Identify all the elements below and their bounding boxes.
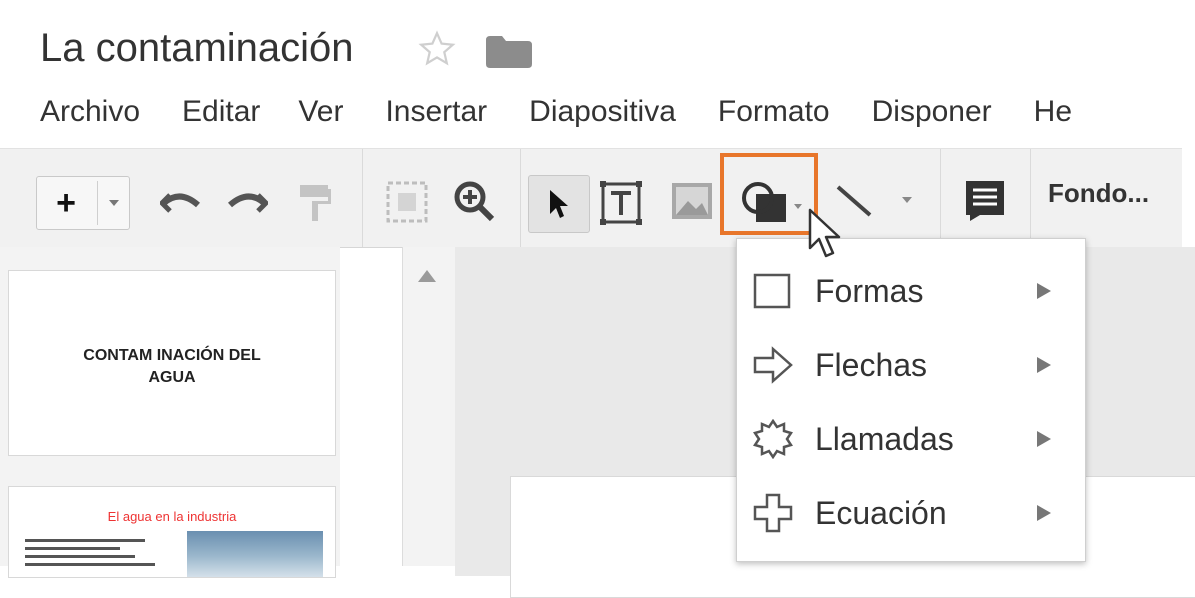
- square-icon: [753, 273, 791, 309]
- filmstrip-scrollbar[interactable]: [402, 247, 456, 566]
- separator: [362, 149, 363, 247]
- pointer-icon: [550, 190, 568, 218]
- menu-item-llamadas[interactable]: Llamadas: [737, 403, 1085, 475]
- submenu-arrow-icon: [1037, 431, 1051, 447]
- folder-icon[interactable]: [486, 36, 532, 68]
- document-title[interactable]: La contaminación: [40, 26, 354, 71]
- highlight-box: [720, 153, 818, 235]
- slide-2-bullet: [25, 555, 135, 558]
- menu-ver[interactable]: Ver: [298, 92, 343, 132]
- comment-icon[interactable]: [966, 181, 1004, 221]
- arrow-right-icon: [753, 346, 793, 384]
- menu-diapositiva[interactable]: Diapositiva: [529, 92, 676, 132]
- separator: [940, 149, 941, 247]
- divider: [97, 181, 98, 225]
- slide-1-title: CONTAM INACIÓN DEL AGUA: [9, 345, 335, 389]
- zoom-in-icon[interactable]: [452, 179, 496, 223]
- slide-thumbnail-1[interactable]: CONTAM INACIÓN DEL AGUA: [8, 270, 336, 456]
- menu-item-flechas[interactable]: Flechas: [737, 329, 1085, 401]
- submenu-arrow-icon: [1037, 505, 1051, 521]
- menu-insertar[interactable]: Insertar: [385, 92, 487, 132]
- slide-2-title: El agua en la industria: [107, 509, 237, 524]
- menu-item-ecuacion[interactable]: Ecuación: [737, 477, 1085, 549]
- menu-item-formas[interactable]: Formas: [737, 255, 1085, 327]
- menu-item-label: Llamadas: [815, 421, 954, 457]
- slide-2-image: [187, 531, 323, 577]
- separator: [520, 149, 521, 247]
- callout-icon: [753, 419, 793, 459]
- chevron-down-icon[interactable]: [902, 197, 912, 203]
- plus-shape-icon: [753, 493, 793, 533]
- menu-item-label: Flechas: [815, 347, 928, 383]
- slide-2-bullet: [25, 539, 145, 542]
- text-box-icon[interactable]: [600, 181, 642, 225]
- chevron-down-icon[interactable]: [101, 177, 127, 229]
- slide-1-title-line1: CONTAM INACIÓN DEL: [83, 347, 261, 364]
- redo-icon[interactable]: [226, 185, 268, 217]
- menu-disponer[interactable]: Disponer: [872, 92, 992, 132]
- menu-item-label: Ecuación: [815, 495, 947, 531]
- submenu-arrow-icon: [1037, 357, 1051, 373]
- plus-icon[interactable]: +: [37, 177, 95, 229]
- star-icon[interactable]: [418, 30, 456, 68]
- separator: [1030, 149, 1031, 247]
- mouse-cursor-icon: [808, 208, 841, 258]
- undo-icon[interactable]: [160, 185, 202, 217]
- background-button[interactable]: Fondo...: [1048, 178, 1149, 209]
- menu-bar: Archivo Editar Ver Insertar Diapositiva …: [40, 92, 1114, 132]
- image-icon[interactable]: [672, 183, 712, 219]
- scroll-up-icon[interactable]: [418, 270, 436, 282]
- submenu-arrow-icon: [1037, 283, 1051, 299]
- menu-formato[interactable]: Formato: [718, 92, 830, 132]
- zoom-fit-icon[interactable]: [384, 179, 430, 225]
- slide-1-title-line2: AGUA: [148, 369, 196, 386]
- select-tool-button[interactable]: [528, 175, 590, 233]
- menu-herramientas[interactable]: He: [1034, 92, 1072, 132]
- menu-item-label: Formas: [815, 273, 924, 309]
- slide-2-bullet: [25, 563, 155, 566]
- slide-2-bullet: [25, 547, 120, 550]
- shape-menu: Formas Flechas Llamadas Ecuación: [736, 238, 1086, 562]
- menu-editar[interactable]: Editar: [182, 92, 260, 132]
- paint-format-icon[interactable]: [298, 181, 332, 223]
- toolbar: +: [0, 148, 1182, 248]
- slide-thumbnail-2[interactable]: El agua en la industria: [8, 486, 336, 578]
- menu-archivo[interactable]: Archivo: [40, 92, 140, 132]
- new-slide-button[interactable]: +: [36, 176, 130, 230]
